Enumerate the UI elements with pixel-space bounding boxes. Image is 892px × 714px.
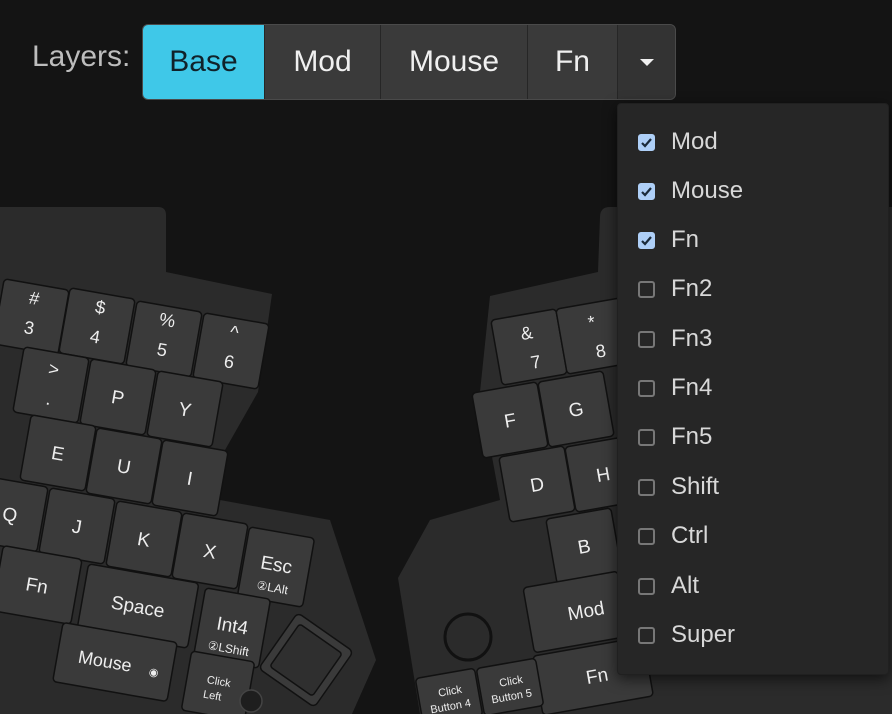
key-4[interactable]: $ 4 [58, 287, 136, 365]
menu-item-label: Fn4 [671, 374, 713, 401]
checkbox-icon[interactable] [638, 231, 655, 249]
menu-item-label: Shift [671, 473, 720, 500]
key-button5[interactable]: Click Button 5 [476, 658, 544, 714]
key-fn[interactable]: Fn [0, 545, 83, 625]
key-e[interactable]: E [19, 414, 97, 492]
key-3[interactable]: # 3 [0, 278, 70, 356]
menu-item-fn[interactable]: Fn [638, 222, 699, 258]
menu-item-shift[interactable]: Shift [638, 469, 719, 505]
key-j[interactable]: J [38, 487, 116, 565]
menu-item-label: Fn5 [671, 423, 713, 450]
menu-item-label: Fn2 [671, 275, 713, 302]
key-d[interactable]: D [498, 445, 576, 523]
key-k[interactable]: K [105, 500, 183, 578]
layer-visibility-menu: Mod Mouse Fn Fn2 Fn3 Fn4 Fn5 Shift Ctrl … [617, 103, 889, 675]
key-6[interactable]: ^ 6 [192, 312, 270, 390]
key-7[interactable]: & 7 [490, 308, 568, 386]
key-y[interactable]: Y [146, 370, 224, 448]
key-u[interactable]: U [85, 427, 163, 505]
key-5[interactable]: % 5 [125, 300, 203, 378]
key-x[interactable]: X [171, 512, 249, 590]
menu-item-fn4[interactable]: Fn4 [638, 370, 712, 406]
menu-item-fn5[interactable]: Fn5 [638, 419, 712, 455]
menu-item-label: Fn3 [671, 325, 713, 352]
key-period[interactable]: > . [12, 346, 90, 424]
checkbox-icon[interactable] [638, 379, 655, 397]
menu-item-label: Fn [671, 226, 700, 253]
menu-item-label: Mod [671, 128, 718, 155]
checkbox-icon[interactable] [638, 428, 655, 446]
trackball-dots-icon [239, 689, 263, 713]
scroll-wheel-icon: ◉ [148, 666, 160, 679]
checkbox-icon[interactable] [638, 280, 655, 298]
menu-item-fn3[interactable]: Fn3 [638, 321, 712, 357]
key-f[interactable]: F [471, 381, 549, 459]
key-fn-label: Fn [24, 574, 49, 599]
menu-item-fn2[interactable]: Fn2 [638, 271, 712, 307]
menu-item-mouse[interactable]: Mouse [638, 173, 743, 209]
checkbox-icon[interactable] [638, 478, 655, 496]
key-g[interactable]: G [537, 370, 615, 448]
menu-item-label: Ctrl [671, 522, 709, 549]
menu-item-label: Mouse [671, 177, 744, 204]
checkbox-icon[interactable] [638, 133, 655, 151]
checkbox-icon[interactable] [638, 577, 655, 595]
trackball[interactable] [443, 612, 493, 662]
menu-item-label: Super [671, 621, 736, 648]
key-i[interactable]: I [151, 439, 229, 517]
menu-item-label: Alt [671, 572, 700, 599]
menu-item-ctrl[interactable]: Ctrl [638, 518, 708, 554]
checkbox-icon[interactable] [638, 626, 655, 644]
key-fn-right-label: Fn [584, 665, 609, 690]
checkbox-icon[interactable] [638, 182, 655, 200]
menu-item-super[interactable]: Super [638, 617, 735, 653]
menu-item-mod[interactable]: Mod [638, 124, 718, 160]
key-5-shift-label: % [158, 309, 177, 331]
checkbox-icon[interactable] [638, 527, 655, 545]
menu-item-alt[interactable]: Alt [638, 568, 699, 604]
key-p[interactable]: P [79, 358, 157, 436]
checkbox-icon[interactable] [638, 330, 655, 348]
